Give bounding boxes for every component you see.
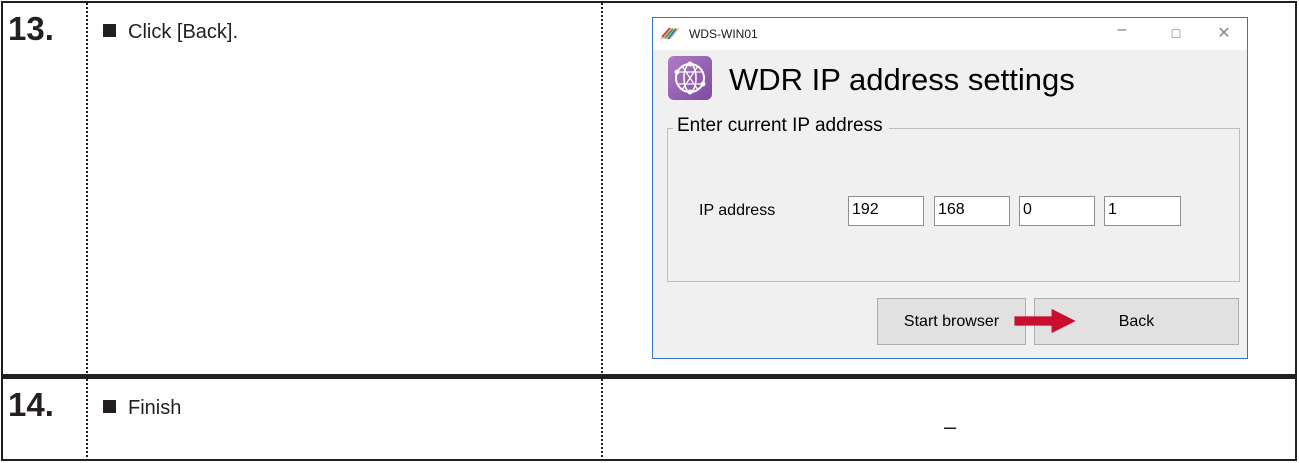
title-bar: WDS-WIN01 – □ ✕ <box>653 18 1247 50</box>
step-13-text: Click [Back]. <box>128 21 239 43</box>
step-13-instruction: Click [Back]. <box>103 22 238 42</box>
close-button[interactable]: ✕ <box>1214 23 1234 43</box>
ip-address-label: IP address <box>699 202 776 219</box>
maximize-button[interactable]: □ <box>1166 25 1186 41</box>
column-divider-2 <box>601 3 603 461</box>
network-globe-icon <box>668 56 712 100</box>
red-arrow-icon <box>1014 308 1076 334</box>
window-title: WDS-WIN01 <box>689 27 758 41</box>
dialog-heading: WDR IP address settings <box>729 62 1075 97</box>
step-number-14: 14. <box>8 386 54 423</box>
column-divider-1 <box>86 3 88 461</box>
step-14-result: – <box>944 414 957 439</box>
step-14-instruction: Finish <box>103 398 181 418</box>
bullet-icon <box>103 24 116 37</box>
step-14-text: Finish <box>128 397 182 419</box>
bullet-icon <box>103 400 116 413</box>
back-button-label: Back <box>1118 313 1155 330</box>
dialog-window: WDS-WIN01 – □ ✕ WDR IP address settings … <box>652 17 1248 359</box>
row-divider <box>1 374 1297 379</box>
step-number-13: 13. <box>8 10 54 47</box>
start-browser-button[interactable]: Start browser <box>877 298 1026 345</box>
ip-octet-2-field[interactable]: 168 <box>934 196 1010 226</box>
group-label: Enter current IP address <box>673 115 889 137</box>
ip-octet-4-field[interactable]: 1 <box>1104 196 1181 226</box>
ip-octet-1-field[interactable]: 192 <box>848 196 924 226</box>
app-logo-icon <box>660 27 680 40</box>
minimize-button[interactable]: – <box>1112 21 1132 39</box>
ip-octet-3-field[interactable]: 0 <box>1019 196 1095 226</box>
